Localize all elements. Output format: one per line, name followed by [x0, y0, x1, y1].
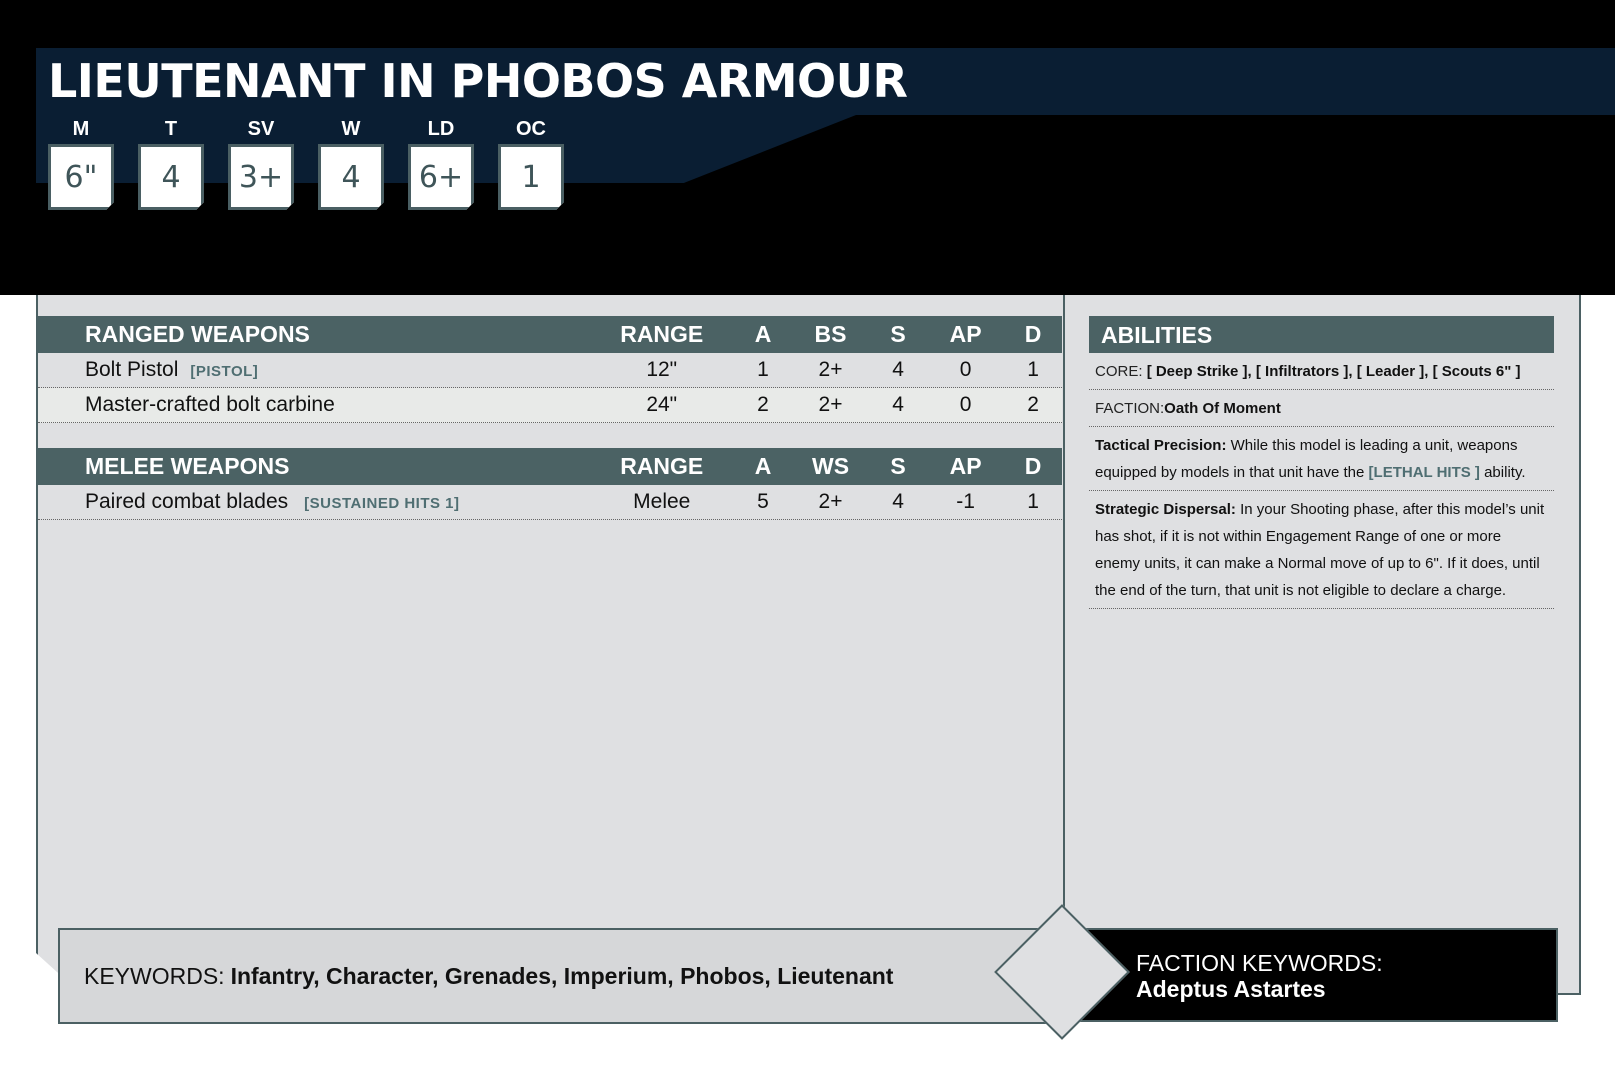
weapon-strength: 4 — [892, 393, 904, 416]
weapon-ap: 0 — [959, 393, 972, 416]
ability-core: CORE: [ Deep Strike ], [ Infiltrators ],… — [1089, 353, 1554, 390]
column-header-weapon: RANGED WEAPONS — [85, 321, 310, 347]
column-header-ap: AP — [949, 453, 982, 479]
weapon-range: Melee — [633, 490, 691, 513]
column-header-range: RANGE — [620, 453, 704, 479]
column-header-attacks: A — [754, 321, 772, 347]
ability-title: Strategic Dispersal: — [1095, 501, 1236, 518]
ability-core-prefix: CORE: — [1095, 363, 1143, 380]
stat-w: W 4 — [318, 118, 384, 210]
stat-label: T — [164, 118, 178, 140]
column-header-weapon: MELEE WEAPONS — [85, 453, 290, 479]
ability-title: Tactical Precision: — [1095, 437, 1227, 454]
column-header-bs: BS — [814, 321, 847, 347]
weapon-row: Paired combat blades [SUSTAINED HITS 1] M… — [38, 485, 1062, 520]
column-header-strength: S — [890, 453, 906, 479]
stat-value: 3+ — [228, 144, 294, 210]
stat-label: OC — [516, 118, 546, 140]
ability-strategic-dispersal: Strategic Dispersal: In your Shooting ph… — [1089, 491, 1554, 609]
stat-value: 4 — [138, 144, 204, 210]
weapon-name: Master-crafted bolt carbine — [85, 393, 335, 416]
stat-label: M — [72, 118, 90, 140]
faction-keywords-label: FACTION KEYWORDS: — [1136, 950, 1383, 976]
column-header-strength: S — [890, 321, 906, 347]
stat-m: M 6" — [48, 118, 114, 210]
weapon-ap: 0 — [959, 358, 972, 381]
keywords-label: KEYWORDS: — [84, 962, 225, 989]
weapon-ap: -1 — [956, 490, 975, 513]
weapon-row: Master-crafted bolt carbine 24" 2 2+ 4 0… — [38, 388, 1062, 423]
ability-faction-value: Oath Of Moment — [1164, 400, 1281, 417]
weapon-skill: 2+ — [818, 490, 843, 513]
ability-faction: FACTION:Oath Of Moment — [1089, 390, 1554, 427]
stat-label: W — [341, 118, 361, 140]
ranged-weapons-table: RANGED WEAPONS RANGE A BS S AP D Bolt Pi… — [38, 316, 1062, 423]
stat-ld: LD 6+ — [408, 118, 474, 210]
faction-keywords-value: Adeptus Astartes — [1136, 976, 1326, 1002]
weapon-name: Bolt Pistol — [85, 358, 179, 381]
weapon-damage: 1 — [1027, 358, 1039, 381]
stat-t: T 4 — [138, 118, 204, 210]
weapon-range: 12" — [646, 358, 678, 381]
weapon-name-cell: Master-crafted bolt carbine — [38, 393, 589, 417]
weapon-attacks: 2 — [757, 393, 769, 416]
stat-sv: SV 3+ — [228, 118, 294, 210]
stat-oc: OC 1 — [498, 118, 564, 210]
weapon-strength: 4 — [892, 490, 904, 513]
ability-tactical-precision: Tactical Precision: While this model is … — [1089, 427, 1554, 491]
unit-title: LIEUTENANT IN PHOBOS ARMOUR — [48, 54, 908, 108]
weapon-range: 24" — [646, 393, 678, 416]
column-header-ws: WS — [812, 453, 850, 479]
weapon-damage: 1 — [1027, 490, 1039, 513]
abilities-panel: ABILITIES CORE: [ Deep Strike ], [ Infil… — [1089, 316, 1554, 609]
keywords-bar: KEYWORDS: Infantry, Character, Grenades,… — [58, 928, 1058, 1024]
ability-faction-prefix: FACTION: — [1095, 400, 1165, 417]
weapon-attacks: 1 — [757, 358, 769, 381]
weapon-strength: 4 — [892, 358, 904, 381]
stat-label: LD — [427, 118, 455, 140]
melee-weapons-table: MELEE WEAPONS RANGE A WS S AP D Paired c… — [38, 448, 1062, 520]
ability-core-value: [ Deep Strike ], [ Infiltrators ], [ Lea… — [1146, 363, 1521, 380]
column-header-ap: AP — [949, 321, 982, 347]
stat-value: 1 — [498, 144, 564, 210]
weapon-name-cell: Bolt Pistol [PISTOL] — [38, 358, 589, 382]
melee-weapons-header: MELEE WEAPONS RANGE A WS S AP D — [38, 448, 1062, 485]
stat-value: 4 — [318, 144, 384, 210]
weapon-name-cell: Paired combat blades [SUSTAINED HITS 1] — [38, 490, 589, 514]
stat-label: SV — [247, 118, 275, 140]
column-header-damage: D — [1024, 453, 1042, 479]
weapon-damage: 2 — [1027, 393, 1039, 416]
ability-text-tail: ability. — [1484, 464, 1526, 481]
weapon-keyword-tag: [PISTOL] — [190, 363, 259, 380]
weapon-skill: 2+ — [818, 393, 843, 416]
weapon-keyword-tag: [SUSTAINED HITS 1] — [304, 495, 460, 512]
column-header-range: RANGE — [620, 321, 704, 347]
keywords-list: Infantry, Character, Grenades, Imperium,… — [230, 962, 894, 989]
column-header-attacks: A — [754, 453, 772, 479]
weapon-row: Bolt Pistol [PISTOL] 12" 1 2+ 4 0 1 — [38, 353, 1062, 388]
column-divider — [1063, 295, 1065, 928]
stat-value: 6+ — [408, 144, 474, 210]
weapon-attacks: 5 — [757, 490, 769, 513]
abilities-header: ABILITIES — [1089, 316, 1554, 353]
weapon-skill: 2+ — [818, 358, 843, 381]
weapon-name: Paired combat blades — [85, 490, 289, 513]
ability-keyword-link: [LETHAL HITS ] — [1368, 464, 1480, 481]
column-header-damage: D — [1024, 321, 1042, 347]
ranged-weapons-header: RANGED WEAPONS RANGE A BS S AP D — [38, 316, 1062, 353]
stat-value: 6" — [48, 144, 114, 210]
